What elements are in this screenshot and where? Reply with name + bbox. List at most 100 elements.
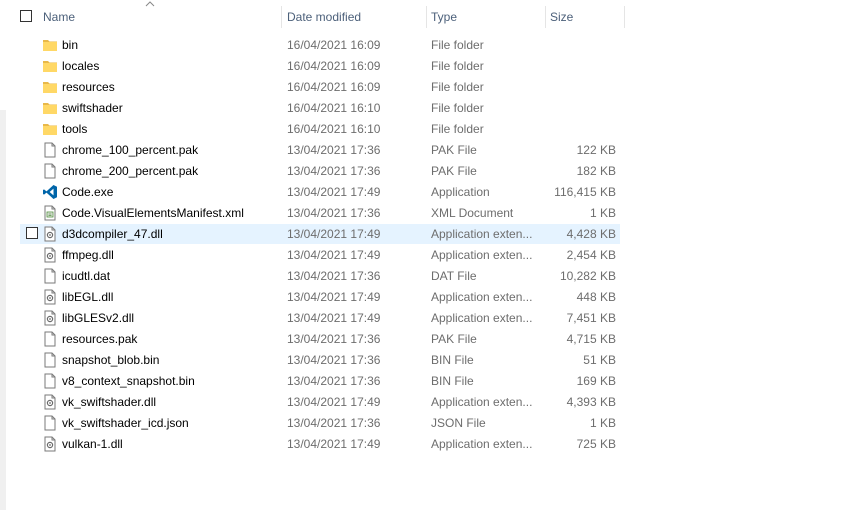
- file-icon: [42, 163, 58, 179]
- row-select-checkbox[interactable]: [26, 227, 38, 239]
- file-row[interactable]: icudtl.dat 13/04/2021 17:36 DAT File 10,282…: [20, 266, 620, 286]
- file-size: 448 KB: [576, 290, 616, 304]
- file-icon: [42, 415, 58, 431]
- file-size: 725 KB: [576, 437, 616, 451]
- dll-file-icon: [42, 289, 58, 305]
- file-type: Application: [431, 185, 490, 199]
- file-name: Code.VisualElementsManifest.xml: [62, 206, 244, 220]
- column-header-name-label: Name: [43, 10, 76, 24]
- file-row[interactable]: swiftshader 16/04/2021 16:10 File folder: [20, 98, 620, 118]
- file-row[interactable]: libGLESv2.dll 13/04/2021 17:49 Application…: [20, 308, 620, 328]
- file-size: 1 KB: [589, 206, 616, 220]
- file-date-modified: 16/04/2021 16:09: [287, 38, 381, 52]
- file-row[interactable]: tools 16/04/2021 16:10 File folder: [20, 119, 620, 139]
- file-date-modified: 16/04/2021 16:10: [287, 101, 381, 115]
- file-type: PAK File: [431, 332, 477, 346]
- file-row[interactable]: d3dcompiler_47.dll 13/04/2021 17:49 Applic…: [20, 224, 620, 244]
- file-type: XML Document: [431, 206, 514, 220]
- file-size: 4,715 KB: [566, 332, 616, 346]
- file-type: JSON File: [431, 416, 486, 430]
- file-date-modified: 13/04/2021 17:49: [287, 185, 381, 199]
- file-name: icudtl.dat: [62, 269, 111, 283]
- file-type: Application exten...: [431, 395, 533, 409]
- navigation-pane-scrollbar[interactable]: [0, 110, 6, 510]
- file-type: File folder: [431, 59, 484, 73]
- file-row[interactable]: vk_swiftshader.dll 13/04/2021 17:49 Applic…: [20, 392, 620, 412]
- column-header-date-modified[interactable]: Date modified: [283, 6, 427, 28]
- folder-icon: [42, 100, 58, 116]
- file-name: Code.exe: [62, 185, 114, 199]
- folder-icon: [42, 37, 58, 53]
- dll-file-icon: [42, 310, 58, 326]
- folder-icon: [42, 58, 58, 74]
- dll-file-icon: [42, 226, 58, 242]
- column-header-size[interactable]: Size: [546, 6, 625, 28]
- file-row[interactable]: chrome_100_percent.pak 13/04/2021 17:36 PA…: [20, 140, 620, 160]
- file-type: File folder: [431, 101, 484, 115]
- file-date-modified: 13/04/2021 17:36: [287, 353, 381, 367]
- file-type: File folder: [431, 122, 484, 136]
- column-header-type[interactable]: Type: [427, 6, 546, 28]
- file-row[interactable]: snapshot_blob.bin 13/04/2021 17:36 BIN Fil…: [20, 350, 620, 370]
- file-row[interactable]: ffmpeg.dll 13/04/2021 17:49 Application ex…: [20, 245, 620, 265]
- file-icon: [42, 331, 58, 347]
- file-row[interactable]: Code.exe 13/04/2021 17:49 Application 116,4…: [20, 182, 620, 202]
- file-date-modified: 13/04/2021 17:36: [287, 206, 381, 220]
- file-size: 4,393 KB: [566, 395, 616, 409]
- file-type: BIN File: [431, 374, 474, 388]
- file-date-modified: 13/04/2021 17:36: [287, 416, 381, 430]
- file-name: vk_swiftshader.dll: [62, 395, 157, 409]
- file-name: resources.pak: [62, 332, 138, 346]
- file-size: 1 KB: [589, 416, 616, 430]
- file-size: 169 KB: [576, 374, 616, 388]
- file-row[interactable]: chrome_200_percent.pak 13/04/2021 17:36 PA…: [20, 161, 620, 181]
- file-row[interactable]: resources.pak 13/04/2021 17:36 PAK File 4,7…: [20, 329, 620, 349]
- navigation-pane-edge: [0, 0, 6, 526]
- file-row[interactable]: resources 16/04/2021 16:09 File folder: [20, 77, 620, 97]
- folder-icon: [42, 121, 58, 137]
- file-date-modified: 13/04/2021 17:49: [287, 248, 381, 262]
- file-date-modified: 13/04/2021 17:36: [287, 332, 381, 346]
- file-type: Application exten...: [431, 248, 533, 262]
- file-size: 122 KB: [576, 143, 616, 157]
- file-row[interactable]: vk_swiftshader_icd.json 13/04/2021 17:36 J…: [20, 413, 620, 433]
- column-header-name[interactable]: Name: [39, 6, 282, 28]
- file-row[interactable]: locales 16/04/2021 16:09 File folder: [20, 56, 620, 76]
- file-name: swiftshader: [62, 101, 123, 115]
- file-type: File folder: [431, 38, 484, 52]
- file-date-modified: 16/04/2021 16:09: [287, 59, 381, 73]
- file-name: resources: [62, 80, 115, 94]
- file-name: tools: [62, 122, 88, 136]
- file-row[interactable]: v8_context_snapshot.bin 13/04/2021 17:36 B…: [20, 371, 620, 391]
- file-icon: [42, 268, 58, 284]
- file-date-modified: 13/04/2021 17:36: [287, 164, 381, 178]
- file-row[interactable]: libEGL.dll 13/04/2021 17:49 Application ex…: [20, 287, 620, 307]
- file-row[interactable]: Code.VisualElementsManifest.xml 13/04/202…: [20, 203, 620, 223]
- file-date-modified: 13/04/2021 17:49: [287, 227, 381, 241]
- file-name: chrome_100_percent.pak: [62, 143, 199, 157]
- column-header-row: Name Date modified Type Size: [6, 0, 626, 33]
- dll-file-icon: [42, 436, 58, 452]
- file-date-modified: 13/04/2021 17:36: [287, 143, 381, 157]
- file-type: DAT File: [431, 269, 477, 283]
- file-name: chrome_200_percent.pak: [62, 164, 199, 178]
- file-date-modified: 13/04/2021 17:49: [287, 395, 381, 409]
- file-size: 182 KB: [576, 164, 616, 178]
- dll-file-icon: [42, 394, 58, 410]
- file-size: 4,428 KB: [566, 227, 616, 241]
- file-type: PAK File: [431, 164, 477, 178]
- select-all-checkbox[interactable]: [20, 10, 32, 22]
- file-row[interactable]: bin 16/04/2021 16:09 File folder: [20, 35, 620, 55]
- file-icon: [42, 373, 58, 389]
- file-date-modified: 13/04/2021 17:36: [287, 374, 381, 388]
- column-header-type-label: Type: [431, 10, 458, 24]
- file-type: Application exten...: [431, 227, 533, 241]
- file-name: locales: [62, 59, 100, 73]
- file-row[interactable]: vulkan-1.dll 13/04/2021 17:49 Application …: [20, 434, 620, 454]
- file-name: libEGL.dll: [62, 290, 114, 304]
- file-name: d3dcompiler_47.dll: [62, 227, 163, 241]
- file-type: Application exten...: [431, 311, 533, 325]
- file-size: 7,451 KB: [566, 311, 616, 325]
- column-header-size-label: Size: [550, 10, 574, 24]
- vscode-icon: [42, 184, 58, 200]
